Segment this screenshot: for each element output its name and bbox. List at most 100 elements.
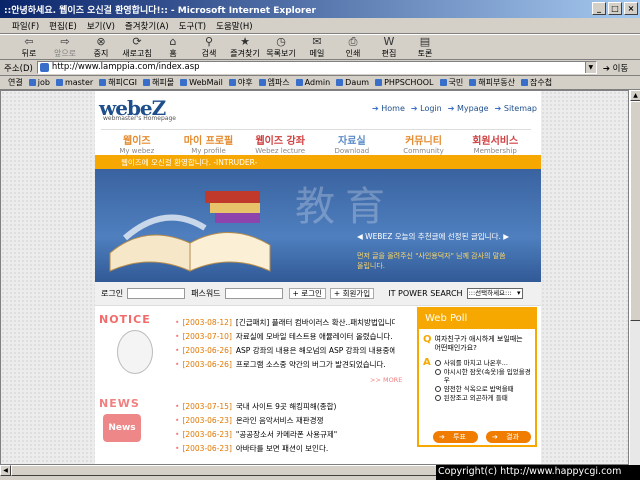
nav-item-label: 웹이즈 — [123, 136, 151, 147]
radio-icon[interactable] — [434, 386, 441, 392]
toolbar-button-label: 메일 — [309, 48, 325, 58]
link-item[interactable]: 야후 — [228, 77, 253, 88]
nav-item[interactable]: 커뮤니티 Community — [388, 130, 460, 155]
list-item[interactable]: • [2003-08-12] [긴급패치] 플래터 컴바이러스 확산..패치방법입니… — [175, 315, 395, 329]
vertical-scroll-thumb[interactable] — [630, 101, 640, 321]
page-icon — [39, 63, 49, 72]
item-date: [2003-06-23] — [182, 429, 232, 439]
browser-viewport[interactable]: webeZ webmaster's Homepage HomeLoginMypa… — [0, 90, 629, 465]
minimize-button[interactable]: _ — [592, 2, 606, 15]
toolbar-button[interactable]: ⊗ 중지 — [84, 35, 118, 59]
nav-item[interactable]: 마이 프로필 My profile — [173, 130, 245, 155]
password-input[interactable] — [224, 288, 283, 299]
notice-figure-icon — [117, 330, 153, 374]
toolbar-button[interactable]: ⌂ 홈 — [156, 35, 190, 59]
top-link[interactable]: Home — [372, 104, 405, 113]
link-item[interactable]: job — [28, 78, 50, 87]
list-item[interactable]: • [2003-06-23] 온라인 음악서비스 재판경쟁 — [175, 413, 395, 427]
toolbar-button-label: 편집 — [381, 48, 397, 58]
toolbar-button[interactable]: ⚲ 검색 — [192, 35, 226, 59]
join-button[interactable]: + 회원가입 — [329, 288, 375, 299]
toolbar-button[interactable]: ★ 즐겨찾기 — [228, 35, 262, 59]
close-button[interactable]: × — [624, 2, 638, 15]
list-item[interactable]: • [2003-07-15] 국내 사이트 9곳 해킹피해(종합) — [175, 399, 395, 413]
notice-more-link[interactable]: >> MORE — [370, 376, 402, 384]
poll-title: Web Poll — [419, 309, 535, 329]
go-button[interactable]: ➔ 이동 — [603, 62, 628, 74]
toolbar-button[interactable]: ⟳ 새로고침 — [120, 35, 154, 59]
toolbar-button[interactable]: W 편집 — [372, 35, 406, 59]
link-item[interactable]: Admin — [295, 78, 330, 87]
login-button-label: 로그인 — [301, 289, 322, 298]
id-input[interactable] — [127, 288, 186, 299]
link-item[interactable]: 해피CGI — [99, 77, 137, 88]
link-item[interactable]: master — [55, 78, 93, 87]
link-item[interactable]: PHPSCHOOL — [375, 78, 434, 87]
login-button[interactable]: + 로그인 — [288, 288, 326, 299]
top-link[interactable]: Sitemap — [495, 104, 537, 113]
radio-icon[interactable] — [434, 395, 441, 401]
nav-item-sublabel: Download — [334, 147, 370, 155]
link-item[interactable]: Daum — [336, 78, 369, 87]
menu-tools[interactable]: 도구(T) — [179, 20, 206, 32]
maximize-button[interactable]: □ — [608, 2, 622, 15]
toolbar-button[interactable]: ▤ 토론 — [408, 35, 442, 59]
poll-vote-button[interactable]: ➔ 투표 — [433, 431, 478, 443]
link-label: 해피부동산 — [478, 78, 516, 87]
nav-item[interactable]: 웹이즈 강좌 Webez lecture — [244, 130, 316, 155]
poll-option[interactable]: 야시시한 잠옷(속옷)을 입었을경우 — [434, 368, 531, 384]
menu-edit[interactable]: 편집(E) — [49, 20, 77, 32]
poll-vote-label: 투표 — [447, 432, 472, 442]
status-bar: Copyright(c) http://www.happycgi.com — [436, 465, 640, 480]
toolbar-button[interactable]: ⎙ 인쇄 — [336, 35, 370, 59]
poll-option[interactable]: 얌전한 식옥으로 밥먹을때 — [434, 385, 531, 393]
site-logo-subtitle: webmaster's Homepage — [103, 115, 176, 122]
toolbar-button-label: 새로고침 — [122, 48, 152, 58]
nav-item[interactable]: 회원서비스 Membership — [459, 130, 531, 155]
scroll-up-icon[interactable]: ▲ — [630, 90, 640, 101]
bullet-icon: • — [175, 429, 180, 439]
link-item[interactable]: 해피부동산 — [469, 77, 515, 88]
link-item[interactable]: 해피몰 — [143, 77, 174, 88]
item-date: [2003-06-26] — [182, 359, 232, 369]
link-item[interactable]: 국민 — [439, 77, 463, 88]
poll-result-button[interactable]: ➔ 결과 — [485, 431, 531, 443]
dropdown-arrow-icon[interactable]: ▼ — [584, 62, 596, 73]
toolbar-button-label: 토론 — [417, 48, 433, 58]
menu-help[interactable]: 도움말(H) — [216, 20, 252, 32]
page-icon — [55, 79, 63, 86]
forward-arrow-icon: ⇨ — [60, 34, 70, 48]
menu-file[interactable]: 파일(F) — [12, 20, 39, 32]
main-nav: 웹이즈 My webez 마이 프로필 My profile 웹이즈 강좌 Webez l… — [101, 129, 531, 155]
item-text: ASP 강좌의 내용은 해오넘의 ASP 강좌의 내용중에... — [235, 345, 395, 355]
radio-icon[interactable] — [434, 369, 441, 375]
link-item[interactable]: 엠파스 — [258, 77, 290, 88]
menu-favorites[interactable]: 즐겨찾기(A) — [125, 20, 169, 32]
nav-item[interactable]: 웹이즈 My webez — [101, 130, 173, 155]
toolbar-button[interactable]: ◷ 목록보기 — [264, 35, 298, 59]
top-link[interactable]: Mypage — [448, 104, 489, 113]
list-item[interactable]: • [2003-06-23] "공공장소서 카메라폰 사용규제" — [175, 427, 395, 441]
list-item[interactable]: • [2003-06-26] 프로그램 소스중 약간의 버그가 발견되었습니다. — [175, 357, 395, 371]
vertical-scrollbar[interactable]: ▲ — [629, 90, 640, 465]
list-item[interactable]: • [2003-06-23] 아바타를 보면 패션이 보인다. — [175, 441, 395, 455]
toolbar-button[interactable]: ⇨ 앞으로 — [48, 35, 82, 59]
list-item[interactable]: • [2003-06-26] ASP 강좌의 내용은 해오넘의 ASP 강좌의 내용… — [175, 343, 395, 357]
poll-option[interactable]: 사워를 마치고 나온후... — [434, 359, 531, 367]
nav-item[interactable]: 자료실 Download — [316, 130, 388, 155]
menu-view[interactable]: 보기(V) — [87, 20, 115, 32]
toolbar-button[interactable]: ⇦ 뒤로 — [12, 35, 46, 59]
top-link[interactable]: Login — [411, 104, 442, 113]
scroll-left-icon[interactable]: ◀ — [0, 465, 11, 476]
list-item[interactable]: • [2003-07-10] 자료실에 모바일 테스트용 애뮬레이터 올렸습니다. — [175, 329, 395, 343]
nav-item-sublabel: Community — [403, 147, 444, 155]
discuss-icon: ▤ — [419, 34, 431, 48]
link-item[interactable]: 잡수첩 — [521, 77, 552, 88]
radio-icon[interactable] — [434, 360, 441, 366]
address-input[interactable]: http://www.lamppia.com/index.asp ▼ — [36, 61, 597, 74]
search-select[interactable]: :::선택하세요::: — [466, 288, 523, 299]
link-item[interactable]: WebMail — [180, 78, 223, 87]
toolbar-button[interactable]: ✉ 메일 — [300, 35, 334, 59]
poll-option[interactable]: 된장조고 외곤하게 들때 — [434, 394, 531, 402]
web-poll: Web Poll Q 여자친구가 애시하게 보일때는 어떤때인가요? A 사워를… — [417, 307, 537, 447]
